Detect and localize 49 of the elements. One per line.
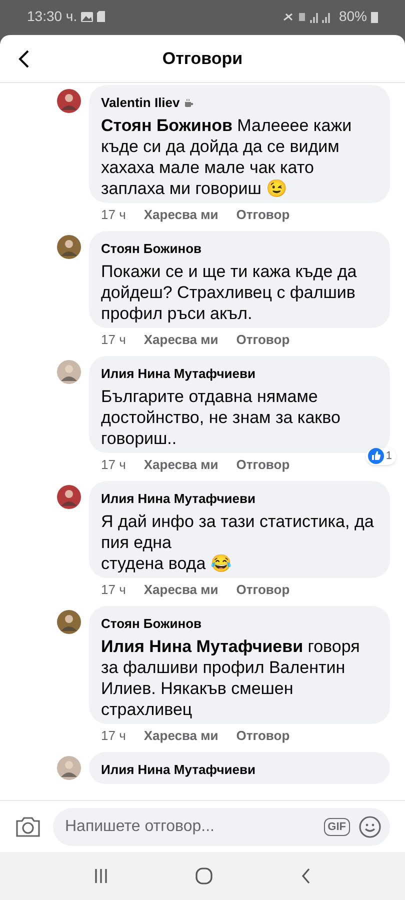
avatar[interactable] (57, 756, 81, 780)
thumbs-up-icon (368, 448, 384, 464)
header-title: Отговори (162, 48, 243, 70)
comment-text: Стоян Божинов Малееее кажи къде си да дойда да се видим хахаха мале мале чак като заплаха ми говориш 😉 (101, 114, 353, 198)
avatar[interactable] (57, 610, 81, 634)
reaction-badge[interactable]: 1 (366, 448, 396, 464)
like-link[interactable]: Харесва ми (144, 330, 218, 349)
comment-text: Илия Нина Мутафчиеви говоря за фалшиви профил Валентин Илиев. Някакъв смешен страхливец (101, 636, 361, 720)
comment-author[interactable]: Стоян Божинов (101, 614, 202, 634)
comment-author[interactable]: Valentin Iliev (101, 93, 180, 112)
comment-time: 17 ч (101, 726, 126, 744)
comment-time: 17 ч (101, 330, 126, 348)
recent-apps-icon[interactable] (93, 868, 110, 884)
comment-text: Българите отдавна нямаме достойнство, не знам за какво говориш.. (101, 386, 342, 448)
reply-input[interactable]: Напишете отговор... GIF (53, 808, 390, 846)
comment-text: Я дай инфо за тази статистика, да пия една студена вода 😂 (101, 510, 375, 574)
comment-author[interactable]: Илия Нина Мутафчиеви (101, 760, 256, 780)
comment-author[interactable]: Стоян Божинов (101, 239, 202, 258)
home-icon[interactable] (195, 867, 214, 885)
sd-card-icon (97, 11, 106, 22)
reaction-count: 1 (386, 449, 393, 464)
comment-text: Покажи се и ще ти кажа къде да дойдеш? Страхливец с фалшив профил ръси акъл. (101, 260, 358, 324)
like-link[interactable]: Харесва ми (144, 454, 218, 474)
comment-time: 17 ч (101, 580, 126, 598)
image-icon (81, 12, 94, 22)
comment-author[interactable]: Илия Нина Мутафчиеви (101, 364, 256, 384)
battery-icon (371, 10, 378, 22)
comment-time: 17 ч (101, 456, 126, 474)
comment-author[interactable]: Илия Нина Мутафчиеви (101, 489, 256, 508)
avatar[interactable] (57, 89, 81, 113)
like-link[interactable]: Харесва ми (144, 204, 218, 224)
like-link[interactable]: Харесва ми (144, 726, 218, 745)
smiley-icon[interactable] (358, 814, 382, 838)
reply-link[interactable]: Отговор (236, 726, 290, 745)
like-link[interactable]: Харесва ми (144, 580, 218, 599)
reply-link[interactable]: Отговор (236, 204, 290, 224)
gif-button[interactable]: GIF (324, 818, 350, 836)
avatar[interactable] (57, 360, 81, 384)
camera-icon[interactable] (15, 816, 41, 838)
avatar[interactable] (57, 235, 81, 259)
comment-time: 17 ч (101, 206, 126, 224)
reply-link[interactable]: Отговор (236, 454, 290, 474)
avatar[interactable] (57, 485, 81, 509)
reply-link[interactable]: Отговор (236, 580, 290, 599)
back-icon (18, 49, 30, 69)
battery-percent: 80% (338, 7, 367, 26)
reply-link[interactable]: Отговор (236, 330, 290, 349)
status-time: 13:30 ч. (27, 7, 78, 26)
back-nav-icon[interactable] (300, 868, 312, 884)
